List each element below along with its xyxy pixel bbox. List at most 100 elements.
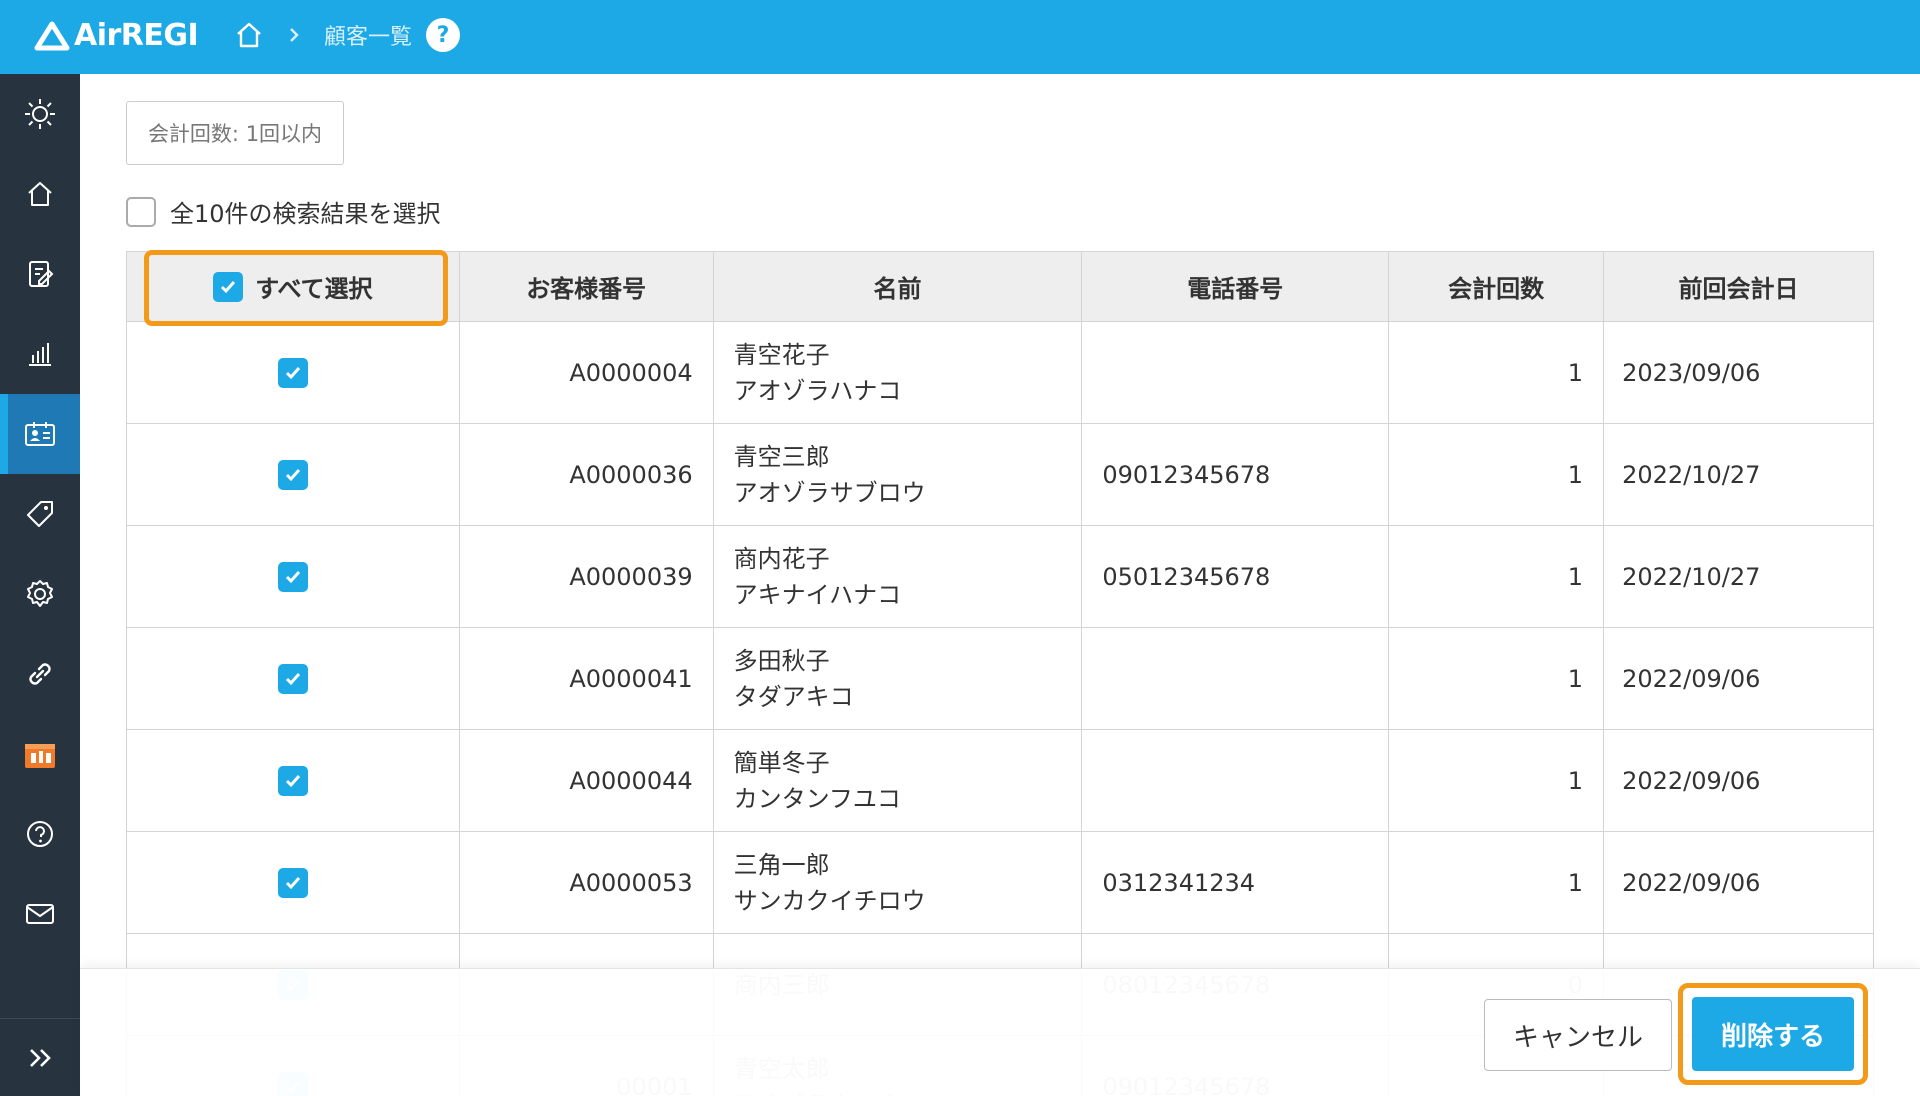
customer-kana: カンタンフユコ: [733, 784, 901, 813]
select-all-results-checkbox[interactable]: [126, 196, 156, 227]
row-select-cell[interactable]: [126, 525, 460, 628]
select-all-results[interactable]: 全10件の検索結果を選択: [126, 194, 441, 229]
phone-cell: 05012345678: [1081, 525, 1390, 628]
name-cell: 青空花子アオゾラハナコ: [712, 321, 1083, 424]
sidebar-item-home[interactable]: [0, 154, 80, 234]
customer-number-cell: A0000053: [458, 831, 714, 934]
row-select-cell[interactable]: [126, 627, 460, 730]
help-icon: [27, 821, 53, 847]
sidebar: [0, 74, 80, 1096]
customer-kana: アオゾラサブロウ: [733, 478, 926, 507]
table-row[interactable]: A0000044 簡単冬子 カンタンフユコ 1 2022/09/06: [126, 729, 1874, 832]
sun-icon: [25, 99, 55, 129]
table-row[interactable]: A0000039 商内花子 アキナイハナコ 05012345678 1 2022/10/2…: [126, 525, 1874, 628]
table-row[interactable]: A0000004 青空花子 アオゾラハナコ 1 2023/09/06: [126, 321, 1874, 424]
customer-name: 三角一郎: [733, 850, 830, 879]
table-row[interactable]: A0000036 青空三郎 アオゾラサブロウ 09012345678 1 2022/10/…: [126, 423, 1874, 526]
sidebar-item-register[interactable]: [0, 234, 80, 314]
visit-count-cell: 1: [1388, 831, 1605, 934]
header-visit-count: 会計回数: [1388, 251, 1605, 322]
row-select-cell[interactable]: [126, 729, 460, 832]
footer-action-bar: キャンセル 削除する: [80, 968, 1920, 1096]
phone-cell: [1081, 321, 1390, 424]
mail-icon: [26, 904, 54, 924]
sidebar-item-store[interactable]: [0, 714, 80, 794]
help-icon[interactable]: ?: [426, 18, 461, 52]
home-icon[interactable]: [232, 18, 266, 52]
customer-kana: サンカクイチロウ: [733, 886, 926, 915]
sidebar-item-customers[interactable]: [0, 394, 80, 474]
header-phone: 電話番号: [1081, 251, 1390, 322]
visit-count-cell: 1: [1388, 423, 1605, 526]
sidebar-item-products[interactable]: [0, 474, 80, 554]
customer-name: 多田秋子: [733, 646, 830, 675]
name-cell: 商内花子 アキナイハナコ: [712, 525, 1083, 628]
last-visit-cell: 2022/09/06: [1603, 729, 1874, 832]
customer-number-cell: A0000044: [458, 729, 714, 832]
sidebar-item-dashboard[interactable]: [0, 74, 80, 154]
row-checkbox[interactable]: [277, 459, 308, 490]
link-icon: [29, 663, 51, 685]
customer-name: 青空三郎: [733, 442, 830, 471]
row-checkbox[interactable]: [277, 867, 308, 898]
header-customer-number: お客様番号: [458, 251, 714, 322]
airregi-logo[interactable]: AirREGI: [34, 18, 199, 53]
visit-count-cell: 1: [1388, 525, 1605, 628]
sidebar-expand-button[interactable]: [0, 1020, 80, 1096]
app-header: AirREGI 顧客一覧 ?: [0, 0, 1920, 74]
row-checkbox[interactable]: [277, 561, 308, 592]
delete-button-highlight: [1678, 983, 1868, 1085]
tag-icon: [27, 501, 53, 527]
row-select-cell[interactable]: [126, 321, 460, 424]
select-all-results-label: 全10件の検索結果を選択: [170, 200, 441, 228]
header-last-visit: 前回会計日: [1603, 251, 1874, 322]
name-cell: 三角一郎サンカクイチロウ: [712, 831, 1083, 934]
cancel-button[interactable]: キャンセル: [1484, 999, 1672, 1071]
visit-count-cell: 1: [1388, 627, 1605, 730]
row-select-cell[interactable]: [126, 831, 460, 934]
customer-name: 青空花子: [733, 340, 830, 369]
select-all-highlight: [144, 250, 448, 326]
chevron-right-icon: [288, 27, 304, 43]
table-row[interactable]: A0000053 三角一郎 サンカクイチロウ 0312341234 1 2022/09/0…: [126, 831, 1874, 934]
customer-name: 簡単冬子: [733, 748, 830, 777]
row-checkbox[interactable]: [277, 357, 308, 388]
check-icon: [285, 672, 300, 685]
check-icon: [285, 366, 300, 379]
sidebar-item-messages[interactable]: [0, 874, 80, 954]
last-visit-cell: 2022/09/06: [1603, 627, 1874, 730]
phone-cell: [1081, 729, 1390, 832]
filter-chip[interactable]: 会計回数: 1回以内: [126, 101, 344, 165]
header-name: 名前: [712, 251, 1083, 322]
customer-number-cell: A0000036: [458, 423, 714, 526]
sidebar-item-help[interactable]: [0, 794, 80, 874]
customer-kana: タダアキコ: [733, 682, 854, 711]
customer-kana: アオゾラハナコ: [733, 376, 902, 405]
check-icon: [285, 774, 300, 787]
check-icon: [285, 468, 300, 481]
row-select-cell[interactable]: [126, 423, 460, 526]
customer-card-icon: [25, 422, 55, 446]
check-icon: [285, 570, 300, 583]
phone-cell: 09012345678: [1081, 423, 1390, 526]
bar-chart-icon: [29, 343, 51, 366]
last-visit-cell: 2023/09/06: [1603, 321, 1874, 424]
sidebar-item-integrations[interactable]: [0, 634, 80, 714]
sidebar-divider: [0, 1018, 80, 1019]
customer-name: 商内花子: [733, 544, 830, 573]
sidebar-item-analytics[interactable]: [0, 314, 80, 394]
sidebar-item-settings[interactable]: [0, 554, 80, 634]
table-row[interactable]: A0000041 多田秋子 タダアキコ 1 2022/09/06: [126, 627, 1874, 730]
row-checkbox[interactable]: [277, 765, 308, 796]
store-icon: [25, 744, 55, 768]
row-checkbox[interactable]: [277, 663, 308, 694]
double-chevron-right-icon: [30, 1049, 51, 1067]
name-cell: 簡単冬子カンタンフユコ: [712, 729, 1083, 832]
name-cell: 多田秋子 タダアキコ: [712, 627, 1083, 730]
phone-cell: [1081, 627, 1390, 730]
logo-triangle-icon: [34, 21, 70, 50]
customer-number-cell: A0000041: [458, 627, 714, 730]
main-content: 会計回数: 1回以内 全10件の検索結果を選択 すべて選択 お客様番号 名前 電…: [80, 74, 1920, 1096]
customer-number-cell: A0000004: [458, 321, 714, 424]
home-icon: [28, 182, 52, 206]
